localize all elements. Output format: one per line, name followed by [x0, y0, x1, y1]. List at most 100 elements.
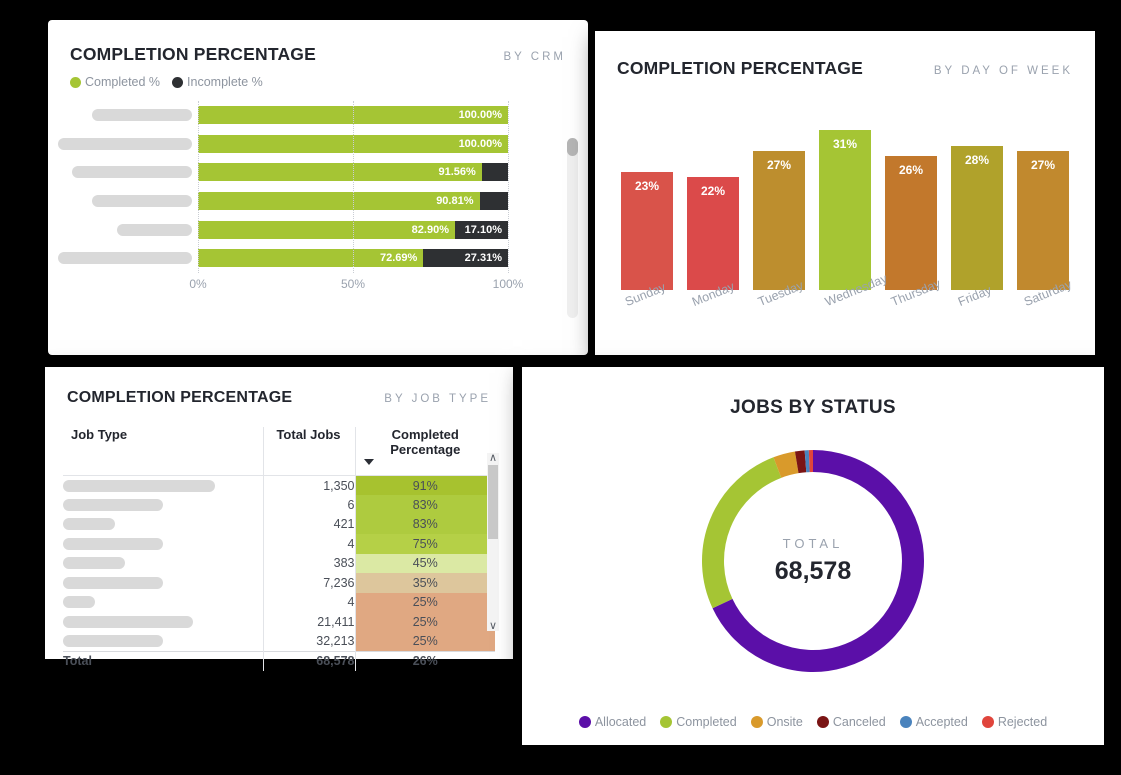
axis-tick-label: 50%: [340, 277, 366, 291]
bar-segment-incomplete[interactable]: [479, 192, 508, 211]
bar-category-label: [58, 137, 198, 150]
bar-segment-completed[interactable]: 82.90%: [198, 220, 455, 239]
table-row[interactable]: 6 83%: [63, 495, 495, 515]
panel-header: COMPLETION PERCENTAGE BY JOB TYPE: [45, 367, 513, 407]
bar-column[interactable]: 22%: [687, 176, 739, 290]
legend-label: Accepted: [915, 715, 968, 729]
column-header-total-jobs[interactable]: Total Jobs: [263, 427, 356, 476]
cell-job-type: [63, 534, 264, 554]
redacted-label: [72, 166, 192, 179]
bar-friday[interactable]: 28%: [951, 145, 1003, 290]
column-header-completed-percentage[interactable]: Completed Percentage: [355, 427, 495, 476]
panel-subtitle: BY JOB TYPE: [384, 393, 491, 405]
table-row[interactable]: 1,350 91%: [63, 475, 495, 495]
cell-total-jobs: 383: [263, 553, 356, 573]
scrollbar-thumb[interactable]: [488, 465, 498, 539]
bar-segment-completed[interactable]: 91.56%: [198, 163, 482, 182]
legend-swatch-icon: [578, 716, 591, 728]
bar-track: 91.56%: [198, 163, 566, 182]
legend-label: Rejected: [997, 715, 1048, 729]
legend-swatch-icon: [172, 76, 184, 88]
bar-column[interactable]: 27%: [753, 151, 805, 290]
panel-subtitle: BY CRM: [503, 51, 566, 63]
donut-segment-onsite[interactable]: [773, 451, 799, 478]
legend-item-accepted[interactable]: Accepted: [899, 715, 968, 729]
chevron-down-icon[interactable]: ∨: [489, 621, 497, 632]
cell-completed-percentage: 25%: [355, 631, 495, 651]
bar-segment-completed[interactable]: 90.81%: [198, 192, 480, 211]
cell-completed-percentage: 25%: [355, 612, 495, 632]
bar-segment-incomplete[interactable]: 17.10%: [454, 220, 508, 239]
legend-item-onsite[interactable]: Onsite: [750, 715, 803, 729]
bar-sunday[interactable]: 23%: [621, 171, 673, 290]
cell-job-type: [63, 553, 264, 573]
bar-row[interactable]: 72.69% 27.31%: [58, 244, 566, 273]
legend-item-allocated[interactable]: Allocated: [578, 715, 647, 729]
cell-completed-percentage: 35%: [355, 573, 495, 593]
column-header-job-type[interactable]: Job Type: [63, 427, 264, 476]
horizontal-bar-chart: 100.00% 100.00% 91.56% 90.81% 82.90% 17.10% 72…: [58, 101, 566, 273]
chart-x-axis: 0% 50% 100%: [189, 277, 566, 299]
table-row[interactable]: 4 25%: [63, 592, 495, 612]
bar-track: 72.69% 27.31%: [198, 249, 566, 268]
grid-line: [508, 101, 509, 273]
legend-label: Allocated: [594, 715, 647, 729]
chart-scrollbar[interactable]: [567, 138, 578, 318]
bar-track: 90.81%: [198, 192, 566, 211]
redacted-label: [63, 635, 163, 647]
bar-saturday[interactable]: 27%: [1017, 151, 1069, 290]
bar-wednesday[interactable]: 31%: [819, 130, 871, 290]
bar-row[interactable]: 100.00%: [58, 130, 566, 159]
cell-total-jobs: 421: [263, 514, 356, 534]
table-row[interactable]: 4 75%: [63, 534, 495, 554]
bar-column[interactable]: 31%: [819, 130, 871, 290]
table-row[interactable]: 383 45%: [63, 553, 495, 573]
scrollbar-thumb[interactable]: [567, 138, 578, 156]
legend-item-completed[interactable]: Completed %: [70, 75, 160, 89]
bar-row[interactable]: 100.00%: [58, 101, 566, 130]
legend-swatch-icon: [899, 716, 912, 728]
sort-descending-icon: [363, 459, 374, 465]
cell-job-type: [63, 573, 264, 593]
legend-item-rejected[interactable]: Rejected: [981, 715, 1048, 729]
panel-header: COMPLETION PERCENTAGE BY DAY OF WEEK: [595, 31, 1095, 79]
legend-swatch-icon: [816, 716, 829, 728]
chart-legend: Completed % Incomplete %: [48, 65, 588, 89]
cell-total-jobs: 6: [263, 495, 356, 515]
table-row[interactable]: 421 83%: [63, 514, 495, 534]
job-type-table-wrapper: Job Type Total Jobs Completed Percentage…: [63, 427, 499, 671]
bar-row[interactable]: 90.81%: [58, 187, 566, 216]
cell-total-jobs: 32,213: [263, 631, 356, 651]
table-scrollbar[interactable]: ∧ ∨: [487, 453, 499, 632]
legend-item-completed[interactable]: Completed: [660, 715, 737, 729]
legend-label: Completed %: [85, 75, 161, 89]
bar-column[interactable]: 23%: [621, 171, 673, 290]
bar-thursday[interactable]: 26%: [885, 156, 937, 290]
legend-label: Completed: [676, 715, 737, 729]
bar-monday[interactable]: 22%: [687, 176, 739, 290]
column-header-label: Completed Percentage: [390, 427, 461, 457]
chevron-up-icon[interactable]: ∧: [489, 453, 497, 464]
legend-item-incomplete[interactable]: Incomplete %: [172, 75, 263, 89]
table-row[interactable]: 32,213 25%: [63, 631, 495, 651]
table-row[interactable]: 7,236 35%: [63, 573, 495, 593]
bar-column[interactable]: 27%: [1017, 151, 1069, 290]
bar-row[interactable]: 91.56%: [58, 158, 566, 187]
table-row[interactable]: 21,411 25%: [63, 612, 495, 632]
bar-column[interactable]: 28%: [951, 145, 1003, 290]
bar-tuesday[interactable]: 27%: [753, 151, 805, 290]
bar-segment-incomplete[interactable]: [481, 163, 508, 182]
donut-legend: Allocated Completed Onsite Canceled Accepted…: [522, 715, 1104, 729]
redacted-label: [63, 615, 193, 628]
bar-row[interactable]: 82.90% 17.10%: [58, 215, 566, 244]
legend-label: Onsite: [766, 715, 803, 729]
cell-job-type: [63, 631, 264, 651]
cell-total-jobs: 1,350: [263, 475, 356, 495]
bar-segment-incomplete[interactable]: 27.31%: [423, 249, 508, 268]
legend-item-canceled[interactable]: Canceled: [816, 715, 886, 729]
bar-column[interactable]: 26%: [885, 156, 937, 290]
panel-completion-by-job-type: COMPLETION PERCENTAGE BY JOB TYPE Job Ty…: [45, 367, 513, 671]
bar-segment-completed[interactable]: 72.69%: [198, 249, 424, 268]
donut-segment-canceled[interactable]: [794, 450, 807, 474]
cell-completed-percentage: 83%: [355, 495, 495, 515]
